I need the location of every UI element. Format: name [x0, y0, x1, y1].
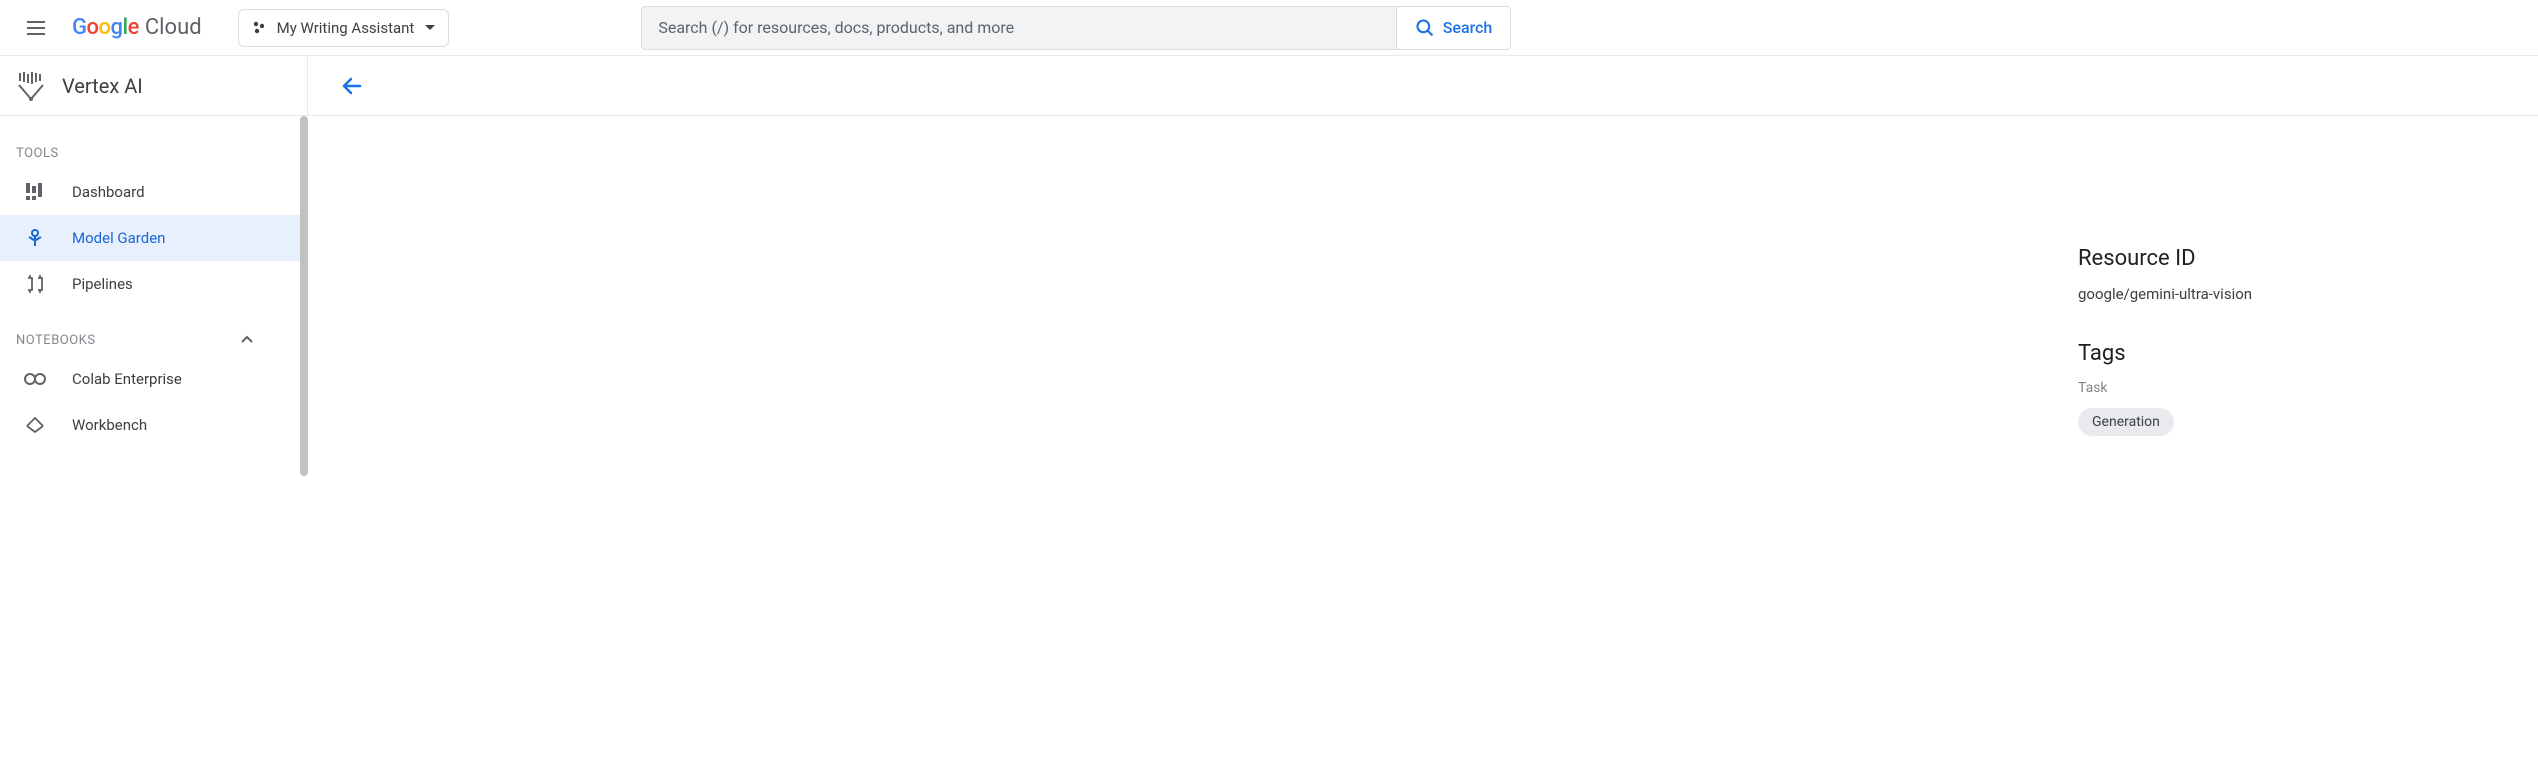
model-garden-icon [24, 227, 46, 249]
chevron-up-icon[interactable] [240, 333, 284, 348]
section-notebooks-text: NOTEBOOKS [16, 333, 96, 348]
back-button[interactable] [332, 66, 372, 106]
product-header: Vertex AI [0, 56, 308, 115]
search-button-label: Search [1443, 18, 1493, 37]
google-cloud-logo[interactable]: Google Cloud [72, 15, 202, 40]
search-container: Search [641, 6, 1511, 50]
sub-header-toolbar [308, 56, 372, 115]
search-box[interactable] [641, 6, 1395, 50]
section-notebooks-label[interactable]: NOTEBOOKS [0, 325, 300, 356]
sidebar-item-pipelines[interactable]: Pipelines [0, 261, 300, 307]
tag-chip[interactable]: Generation [2078, 408, 2174, 436]
page-body: TOOLS Dashboard Model Garden Pipelines N… [0, 116, 2538, 476]
vertex-ai-icon [16, 71, 46, 101]
hamburger-menu[interactable] [12, 4, 60, 52]
project-name: My Writing Assistant [277, 19, 415, 37]
search-button[interactable]: Search [1396, 6, 1512, 50]
logo-google-text: Google [72, 15, 139, 40]
back-arrow-icon [340, 74, 364, 98]
sidebar-item-label: Pipelines [72, 275, 133, 293]
resource-id-heading: Resource ID [2078, 246, 2498, 271]
logo-cloud-text: Cloud [145, 15, 202, 40]
sidebar-item-workbench[interactable]: Workbench [0, 402, 300, 448]
resource-id-value: google/gemini-ultra-vision [2078, 285, 2498, 303]
dropdown-caret-icon [424, 20, 436, 36]
sidebar-item-label: Workbench [72, 416, 147, 434]
scrollbar-thumb[interactable] [300, 116, 308, 476]
sub-header: Vertex AI [0, 56, 2538, 116]
task-label: Task [2078, 380, 2498, 396]
sidebar-item-label: Dashboard [72, 183, 145, 201]
sidebar-item-model-garden[interactable]: Model Garden [0, 215, 300, 261]
sidebar-item-colab-enterprise[interactable]: Colab Enterprise [0, 356, 300, 402]
tags-heading: Tags [2078, 341, 2498, 366]
sidebar-scrollbar[interactable] [300, 116, 308, 476]
workbench-icon [24, 414, 46, 436]
hamburger-icon [24, 16, 48, 40]
search-input[interactable] [658, 18, 1379, 37]
sidebar-item-label: Model Garden [72, 229, 165, 247]
top-header: Google Cloud My Writing Assistant Search [0, 0, 2538, 56]
sidebar: TOOLS Dashboard Model Garden Pipelines N… [0, 116, 300, 476]
dashboard-icon [24, 181, 46, 203]
project-dots-icon [251, 20, 267, 36]
sidebar-item-label: Colab Enterprise [72, 370, 182, 388]
main-left [348, 156, 2078, 436]
main-content: Resource ID google/gemini-ultra-vision T… [308, 116, 2538, 476]
section-tools-label: TOOLS [0, 138, 300, 169]
colab-icon [24, 368, 46, 390]
product-title: Vertex AI [62, 74, 143, 98]
sidebar-item-dashboard[interactable]: Dashboard [0, 169, 300, 215]
pipelines-icon [24, 273, 46, 295]
project-selector[interactable]: My Writing Assistant [238, 9, 450, 47]
search-icon [1415, 18, 1435, 38]
detail-panel: Resource ID google/gemini-ultra-vision T… [2078, 156, 2498, 436]
